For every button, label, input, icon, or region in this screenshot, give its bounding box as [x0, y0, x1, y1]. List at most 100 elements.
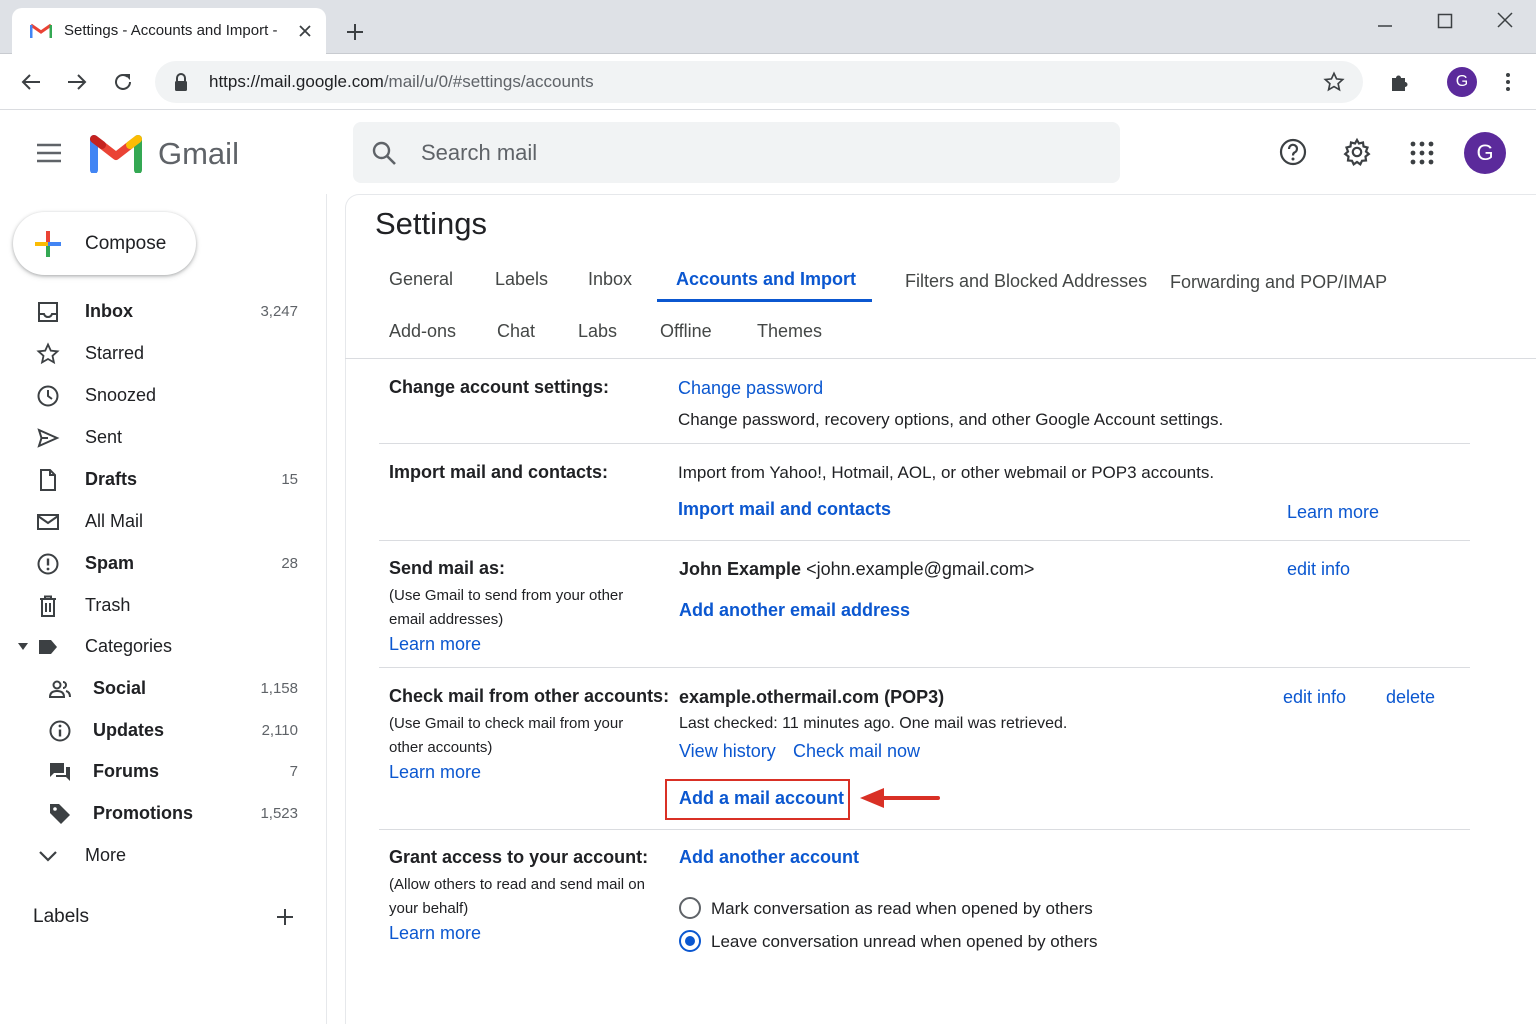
check-mail-now-link[interactable]: Check mail now [793, 741, 920, 762]
browser-menu-icon[interactable] [1500, 71, 1516, 93]
apps-grid-icon[interactable] [1410, 141, 1434, 165]
radio-leave-unread[interactable] [679, 930, 701, 952]
address-bar[interactable]: https://mail.google.com/mail/u/0/#settin… [155, 61, 1363, 103]
sidebar-item-categories[interactable]: Categories [0, 626, 320, 668]
tag-icon [50, 804, 70, 824]
profile-avatar[interactable]: G [1447, 67, 1477, 97]
sidebar-item-more[interactable]: More [0, 835, 320, 877]
maximize-icon[interactable] [1437, 13, 1453, 29]
help-icon[interactable] [1279, 138, 1307, 166]
sidebar-item-sent[interactable]: Sent [0, 417, 320, 459]
sidebar-item-promotions[interactable]: Promotions 1,523 [0, 793, 320, 835]
tab-filters[interactable]: Filters and Blocked Addresses [905, 271, 1147, 292]
add-mail-account-link[interactable]: Add a mail account [679, 788, 844, 809]
row-divider [379, 667, 1470, 668]
add-label-icon[interactable] [275, 907, 295, 927]
view-history-link[interactable]: View history [679, 741, 776, 762]
send-as-edit-info-link[interactable]: edit info [1287, 559, 1350, 580]
sidebar-item-drafts[interactable]: Drafts 15 [0, 459, 320, 501]
add-another-account-link[interactable]: Add another account [679, 847, 859, 868]
back-icon[interactable] [20, 71, 42, 93]
tab-title: Settings - Accounts and Import - [64, 22, 278, 39]
close-tab-icon[interactable] [298, 24, 312, 38]
main-menu-icon[interactable] [36, 142, 62, 164]
grant-access-note: (Allow others to read and send mail on y… [389, 876, 645, 917]
import-mail-link[interactable]: Import mail and contacts [678, 499, 891, 520]
sidebar-item-starred[interactable]: Starred [0, 333, 320, 375]
sidebar-item-count: 3,247 [260, 303, 298, 320]
sidebar-item-label: Categories [85, 636, 173, 656]
grant-learn-more-link[interactable]: Learn more [389, 923, 481, 944]
labels-heading: Labels [33, 906, 89, 927]
reload-icon[interactable] [112, 71, 134, 93]
check-mail-note: (Use Gmail to check mail from your other… [389, 715, 624, 756]
sidebar-item-label: Snoozed [85, 385, 157, 405]
compose-button[interactable]: Compose [13, 212, 196, 275]
sidebar-item-updates[interactable]: Updates 2,110 [0, 710, 320, 752]
send-as-title: Send mail as: [389, 558, 506, 578]
gear-icon[interactable] [1342, 137, 1372, 167]
sidebar-item-label: Social [93, 678, 147, 698]
check-mail-learn-more-link[interactable]: Learn more [389, 762, 481, 783]
compose-label: Compose [85, 233, 167, 254]
star-icon [36, 342, 60, 365]
pop3-edit-info-link[interactable]: edit info [1283, 687, 1346, 708]
sidebar-item-trash[interactable]: Trash [0, 585, 320, 627]
sidebar-item-snoozed[interactable]: Snoozed [0, 375, 320, 417]
sidebar-item-spam[interactable]: Spam 28 [0, 543, 320, 585]
window-close-icon[interactable] [1497, 12, 1513, 28]
account-avatar[interactable]: G [1464, 132, 1506, 174]
send-icon [37, 428, 60, 448]
option-leave-unread-label: Leave conversation unread when opened by… [711, 932, 1098, 951]
forward-icon[interactable] [66, 71, 88, 93]
tab-labs[interactable]: Labs [578, 321, 617, 342]
caret-down-icon[interactable] [17, 642, 29, 652]
extensions-icon[interactable] [1388, 70, 1412, 94]
page-title: Settings [375, 206, 488, 241]
new-tab-icon[interactable] [345, 22, 365, 42]
import-learn-more-link[interactable]: Learn more [1287, 502, 1379, 523]
add-email-address-link[interactable]: Add another email address [679, 600, 910, 621]
browser-tab[interactable]: Settings - Accounts and Import - [12, 8, 326, 54]
tab-labels[interactable]: Labels [495, 269, 548, 290]
sidebar-item-label: Spam [85, 553, 135, 573]
pop3-delete-link[interactable]: delete [1386, 687, 1435, 708]
last-checked-status: Last checked: 11 minutes ago. One mail w… [679, 715, 1068, 732]
tab-chat[interactable]: Chat [497, 321, 535, 342]
import-desc: Import from Yahoo!, Hotmail, AOL, or oth… [678, 463, 1215, 482]
sidebar-item-count: 1,158 [260, 680, 298, 697]
sidebar-item-label: Inbox [85, 301, 133, 321]
inbox-icon [38, 302, 58, 322]
sidebar-item-forums[interactable]: Forums 7 [0, 751, 320, 793]
import-title: Import mail and contacts: [389, 462, 609, 482]
minimize-icon[interactable] [1377, 18, 1393, 34]
sidebar-item-social[interactable]: Social 1,158 [0, 668, 320, 710]
sidebar-item-count: 15 [281, 471, 298, 488]
search-input[interactable]: Search mail [421, 140, 537, 166]
tab-inbox[interactable]: Inbox [588, 269, 632, 290]
trash-icon [40, 595, 56, 617]
bookmark-star-icon[interactable] [1323, 71, 1345, 93]
tab-themes[interactable]: Themes [757, 321, 822, 342]
tab-add-ons[interactable]: Add-ons [389, 321, 456, 342]
row-divider [379, 829, 1470, 830]
gmail-logo-icon[interactable] [90, 133, 142, 173]
info-icon [49, 720, 71, 742]
send-as-learn-more-link[interactable]: Learn more [389, 634, 481, 655]
sidebar-item-all-mail[interactable]: All Mail [0, 501, 320, 543]
tab-forwarding[interactable]: Forwarding and POP/IMAP [1170, 272, 1387, 293]
tab-general[interactable]: General [389, 269, 453, 290]
sidebar-item-inbox[interactable]: Inbox 3,247 [0, 291, 320, 333]
tab-offline[interactable]: Offline [660, 321, 712, 342]
sidebar-item-label: Starred [85, 343, 145, 363]
radio-mark-as-read[interactable] [679, 897, 701, 919]
search-bar[interactable]: Search mail [353, 122, 1120, 183]
mail-icon [37, 514, 59, 530]
sidebar-item-label: Forums [93, 761, 160, 781]
search-icon[interactable] [371, 140, 397, 166]
clock-icon [37, 385, 59, 407]
sidebar-item-label: More [85, 845, 127, 865]
tab-accounts-and-import[interactable]: Accounts and Import [676, 269, 856, 290]
sidebar-item-count: 1,523 [260, 805, 298, 822]
change-password-link[interactable]: Change password [678, 378, 823, 399]
